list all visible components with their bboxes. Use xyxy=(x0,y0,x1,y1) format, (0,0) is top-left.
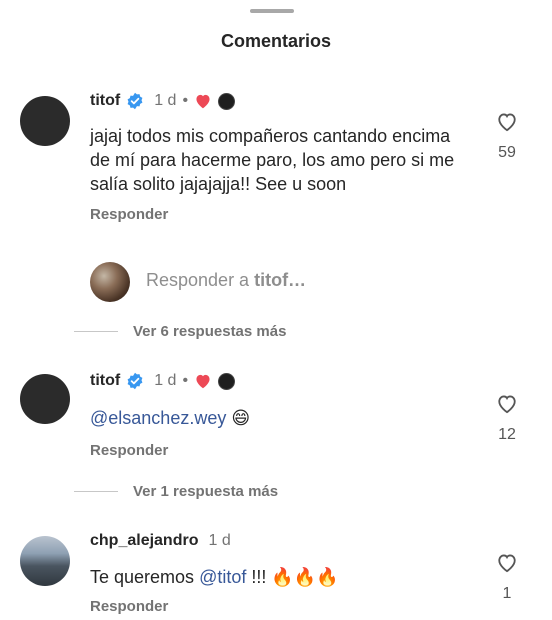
comment-text: @elsanchez.wey 😄 xyxy=(90,406,250,430)
reply-input-prefix: Responder a xyxy=(146,270,255,290)
verified-badge-icon xyxy=(127,92,143,110)
mention-link[interactable]: @titof xyxy=(199,567,246,587)
like-heart-icon xyxy=(498,554,516,573)
comment-text-start: Te queremos xyxy=(90,567,200,587)
comment-time: 1 d xyxy=(154,92,177,109)
username[interactable]: titof xyxy=(90,372,120,390)
like-button[interactable] xyxy=(495,112,519,132)
separator-dot: • xyxy=(182,92,189,109)
comment-time: 1 d xyxy=(154,372,177,389)
mention-link[interactable]: @elsanchez.wey xyxy=(90,408,226,428)
avatar[interactable] xyxy=(20,96,70,146)
red-heart-icon xyxy=(196,94,210,109)
like-count: 12 xyxy=(498,426,516,443)
current-user-avatar xyxy=(90,262,130,302)
verified-badge-icon xyxy=(127,372,143,390)
page-title: Comentarios xyxy=(220,31,332,51)
comment-text-end: !!! xyxy=(246,567,272,587)
username[interactable]: chp_alejandro xyxy=(90,532,198,550)
like-count: 59 xyxy=(498,144,516,161)
like-heart-icon xyxy=(498,113,516,132)
reply-button[interactable]: Responder xyxy=(90,442,168,459)
creator-avatar-icon xyxy=(218,92,236,110)
divider xyxy=(74,491,118,492)
like-heart-icon xyxy=(498,395,516,414)
avatar[interactable] xyxy=(20,536,70,586)
reply-input-target: titof… xyxy=(254,270,307,290)
view-more-replies-button[interactable]: Ver 1 respuesta más xyxy=(133,483,278,500)
comment-time: 1 d xyxy=(208,532,231,549)
like-button[interactable] xyxy=(495,394,519,414)
avatar[interactable] xyxy=(20,374,70,424)
red-heart-icon xyxy=(196,374,210,389)
separator-dot: • xyxy=(182,372,189,389)
comment-header: titof 1 d • xyxy=(90,92,236,110)
divider xyxy=(74,331,118,332)
like-button[interactable] xyxy=(495,553,519,573)
drag-handle[interactable] xyxy=(250,9,294,13)
comment-header: chp_alejandro 1 d xyxy=(90,532,231,550)
reply-button[interactable]: Responder xyxy=(90,598,168,615)
creator-avatar-icon xyxy=(218,372,236,390)
comment-text: Te queremos @titof !!! 🔥🔥🔥 xyxy=(90,565,339,589)
username[interactable]: titof xyxy=(90,92,120,110)
emoji: 🔥🔥🔥 xyxy=(271,567,339,587)
reply-input[interactable]: Responder a titof… xyxy=(146,270,306,291)
view-more-replies-button[interactable]: Ver 6 respuestas más xyxy=(133,323,286,340)
reply-button[interactable]: Responder xyxy=(90,206,168,223)
comment-header: titof 1 d • xyxy=(90,372,236,390)
emoji: 😄 xyxy=(231,408,251,428)
comment-text: jajaj todos mis compañeros cantando enci… xyxy=(90,126,455,194)
like-count: 1 xyxy=(502,585,512,602)
